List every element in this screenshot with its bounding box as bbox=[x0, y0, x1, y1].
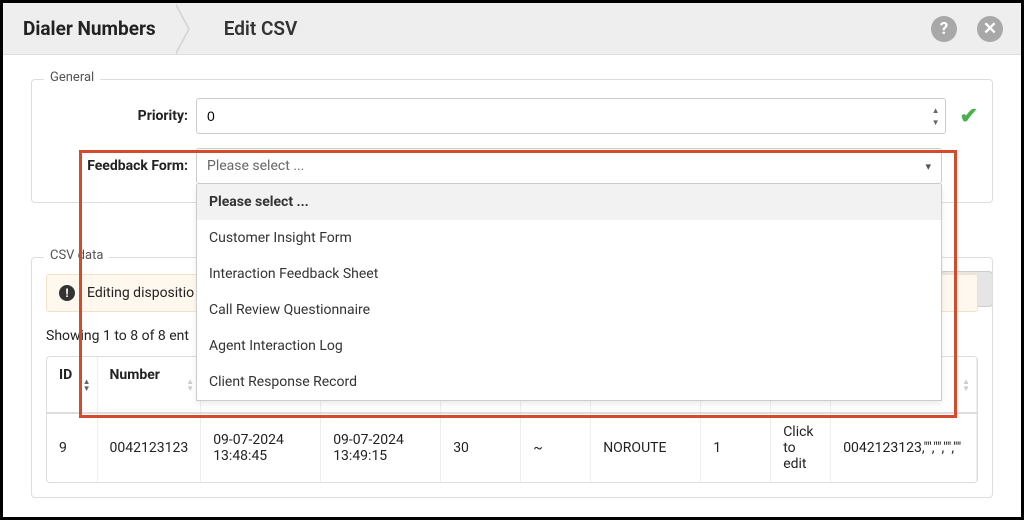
feedback-option-placeholder[interactable]: Please select ... bbox=[197, 184, 941, 220]
priority-input[interactable] bbox=[196, 98, 946, 134]
cell-dialed: 09-07-2024 13:48:45 bbox=[201, 413, 321, 482]
priority-step-down[interactable]: ▼ bbox=[928, 116, 944, 128]
cell-status: NOROUTE bbox=[591, 413, 701, 482]
cell-ended: 09-07-2024 13:49:15 bbox=[321, 413, 441, 482]
help-icon[interactable]: ? bbox=[931, 16, 957, 42]
general-fieldset: General Priority: ▲ ▼ ✔ Feedback Form: P… bbox=[31, 79, 993, 203]
breadcrumb-root[interactable]: Dialer Numbers bbox=[3, 3, 174, 54]
feedback-label: Feedback Form: bbox=[46, 158, 196, 174]
col-number[interactable]: Number▲▼ bbox=[97, 357, 201, 413]
cell-retry-after: ~ bbox=[521, 413, 591, 482]
feedback-select[interactable]: Please select ... bbox=[196, 148, 942, 184]
general-legend: General bbox=[44, 70, 100, 85]
breadcrumb-current: Edit CSV bbox=[174, 17, 298, 40]
feedback-option-1[interactable]: Customer Insight Form bbox=[197, 220, 941, 256]
warning-icon: ! bbox=[59, 285, 75, 301]
feedback-option-4[interactable]: Agent Interaction Log bbox=[197, 328, 941, 364]
cell-retries: 1 bbox=[701, 413, 771, 482]
close-icon[interactable]: ✕ bbox=[977, 16, 1003, 42]
check-icon: ✔ bbox=[960, 104, 978, 129]
cell-disp[interactable]: Click to edit bbox=[771, 413, 831, 482]
table-row: 9 0042123123 09-07-2024 13:48:45 09-07-2… bbox=[47, 413, 977, 482]
cell-csv: 0042123123,"","","","" bbox=[831, 413, 977, 482]
cell-number: 0042123123 bbox=[97, 413, 201, 482]
priority-step-up[interactable]: ▲ bbox=[928, 104, 944, 116]
priority-label: Priority: bbox=[46, 108, 196, 124]
feedback-option-2[interactable]: Interaction Feedback Sheet bbox=[197, 256, 941, 292]
sort-down-icon: ▼ bbox=[83, 385, 91, 392]
csv-warning-text: Editing dispositio bbox=[87, 285, 194, 301]
col-id[interactable]: ID▲▼ bbox=[47, 357, 97, 413]
feedback-option-3[interactable]: Call Review Questionnaire bbox=[197, 292, 941, 328]
cell-duration: 30 bbox=[441, 413, 521, 482]
header: Dialer Numbers Edit CSV ? ✕ bbox=[3, 3, 1021, 55]
cell-id: 9 bbox=[47, 413, 97, 482]
feedback-option-5[interactable]: Client Response Record bbox=[197, 364, 941, 400]
feedback-dropdown: Please select ... Customer Insight Form … bbox=[196, 184, 942, 401]
feedback-selected-text: Please select ... bbox=[207, 158, 304, 174]
csv-legend: CSV data bbox=[44, 248, 109, 263]
feedback-select-wrap: Please select ... Please select ... Cust… bbox=[196, 148, 942, 184]
